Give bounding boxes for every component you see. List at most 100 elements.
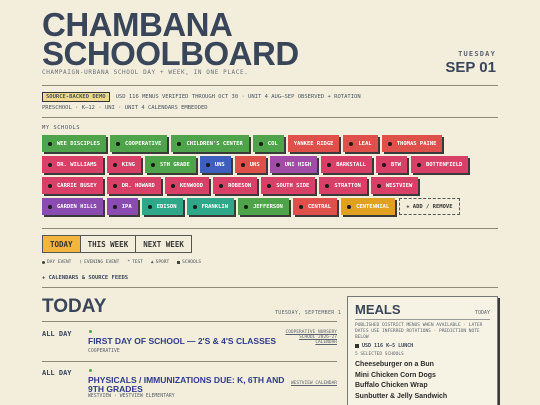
school-chip-row: WEE DISCIPLES COOPERATIVE CHILDREN'S CENTE… [42,135,502,152]
school-chip[interactable]: ROBESON [213,177,258,194]
school-chip[interactable]: FRANKLIN [186,198,235,215]
scope-text: PRESCHOOL · K–12 · UNI · UNIT 4 CALENDAR… [42,105,208,111]
divider [355,319,490,320]
add-remove-schools-button[interactable]: + ADD / REMOVE [399,198,460,215]
school-dot-icon [258,141,263,146]
school-dot-icon [325,183,330,188]
school-chip[interactable]: DR. HOWARD [106,177,161,194]
school-chip-label: LEAL [358,140,372,147]
my-schools-label: MY SCHOOLS [42,125,81,131]
school-chip[interactable]: BTW [376,156,407,173]
school-chip-label: BARKSTALL [336,161,366,168]
school-dot-icon [48,141,52,146]
meals-day-tag: TODAY [474,310,490,316]
tab-this-week[interactable]: THIS WEEK [79,235,137,253]
calendars-link[interactable]: + CALENDARS & SOURCE FEEDS [42,275,128,281]
school-chip[interactable]: CARRIE BUSEY [42,177,103,194]
school-chip-row: DR. WILLIAMS KING 5TH GRADE UNS UNS UNI HIGH B… [42,156,502,173]
school-chip-label: KENWOOD [179,182,204,189]
day-event-icon [89,330,92,333]
school-chip[interactable]: IPA [106,198,138,215]
school-chip-label: GARDEN HILLS [57,203,97,210]
lunch-menu-label[interactable]: USD 116 K–5 LUNCH [355,343,413,349]
meal-item: Sunbutter & Jelly Sandwich [355,392,448,400]
school-dot-icon [112,162,117,167]
meal-item: Buffalo Chicken Wrap [355,382,428,389]
legend-sport: ▲ SPORT [150,260,170,265]
meals-heading: MEALS [355,302,401,317]
divider [42,321,337,322]
evening-event-icon: ( [79,260,83,265]
event-school: COOPERATIVE [88,349,120,354]
event-source-link[interactable]: WESTVIEW CALENDAR [291,381,337,386]
current-day: SEP 01 [445,59,496,76]
school-dot-icon [327,162,332,167]
school-chip[interactable]: 5TH GRADE [145,156,196,173]
day-event-icon [89,369,92,372]
school-chip[interactable]: UNI HIGH [269,156,318,173]
event-source-link[interactable]: COOPERATIVE NURSERY SCHOOL 2026-27 CALEN… [286,330,337,345]
school-chip[interactable]: CHILDREN'S CENTER [171,135,249,152]
app-title-line2: SCHOOLBOARD [42,35,299,72]
school-chip[interactable]: DR. WILLIAMS [42,156,103,173]
school-chip[interactable]: YANKEE RIDGE [287,135,340,152]
school-dot-icon [387,141,392,146]
event-title[interactable]: FIRST DAY OF SCHOOL — 2'S & 4'S CLASSES [88,337,288,346]
school-chip[interactable]: WEE DISCIPLES [42,135,107,152]
plus-icon: + [42,275,49,281]
today-heading: TODAY [42,296,107,317]
today-date: TUESDAY, SEPTEMBER 1 [275,310,342,316]
school-dot-icon [298,204,303,209]
data-notice: SOURCE-BACKED DEMO USD 116 MENUS VERIFIE… [42,92,361,102]
school-chip[interactable]: LEAL [343,135,378,152]
school-chip[interactable]: GARDEN HILLS [42,198,103,215]
school-chip-label: 5TH GRADE [160,161,190,168]
school-dot-icon [376,183,381,188]
school-chip-label: WESTVIEW [385,182,413,189]
school-chip[interactable]: UNS [234,156,266,173]
meal-item: Mini Chicken Corn Dogs [355,371,436,379]
school-chip-label: THOMAS PAINE [396,140,437,147]
school-chip[interactable]: CENTRAL [292,198,338,215]
meals-note: PUBLISHED DISTRICT MENUS WHEN AVAILABLE … [355,323,483,340]
school-chip[interactable]: EDISON [141,198,183,215]
school-dot-icon [267,183,272,188]
legend-day-event: DAY EVENT [42,260,71,265]
legend-evening-event: (EVENING EVENT [79,260,120,265]
legend-test: * TEST [127,260,143,265]
school-chip[interactable]: COL [252,135,284,152]
school-chip[interactable]: WESTVIEW [370,177,419,194]
school-chip-label: ROBESON [228,182,252,189]
school-chip-label: EDISON [156,203,177,210]
school-chip-label: FRANKLIN [201,203,229,210]
school-dot-icon [244,204,249,209]
school-chip-label: DR. HOWARD [121,182,155,189]
tab-today[interactable]: TODAY [42,235,81,253]
school-chip-label: KING [121,161,135,168]
day-event-icon [42,261,45,264]
school-square-icon [355,344,359,348]
sport-icon: ▲ [150,260,154,265]
school-chip[interactable]: KING [106,156,141,173]
tab-next-week[interactable]: NEXT WEEK [135,235,192,253]
school-chip[interactable]: UNS [199,156,231,173]
school-chip-label: IPA [121,203,132,210]
notice-text: USD 116 MENUS VERIFIED THROUGH OCT 30 · … [115,94,361,100]
school-chip[interactable]: KENWOOD [164,177,210,194]
school-chip[interactable]: SOUTH SIDE [261,177,316,194]
event-time: ALL DAY [42,330,72,338]
school-chip[interactable]: THOMAS PAINE [381,135,443,152]
event-time: ALL DAY [42,369,72,377]
school-dot-icon [416,162,421,167]
divider [42,228,498,229]
school-chip-label: UNI HIGH [284,161,312,168]
school-chip[interactable]: BOTTENFIELD [410,156,469,173]
event-title[interactable]: PHYSICALS / IMMUNIZATIONS DUE: K, 6TH AN… [88,376,288,394]
meal-items: Cheeseburger on a Bun Mini Chicken Corn … [355,360,447,402]
school-chip[interactable]: STRATTON [319,177,367,194]
school-chip[interactable]: COOPERATIVE [110,135,168,152]
app-subtitle: CHAMPAIGN-URBANA SCHOOL DAY + WEEK, IN O… [42,69,249,76]
school-chip[interactable]: BARKSTALL [321,156,372,173]
school-chip[interactable]: CENTENNIAL [341,198,396,215]
school-chip[interactable]: JEFFERSON [238,198,289,215]
